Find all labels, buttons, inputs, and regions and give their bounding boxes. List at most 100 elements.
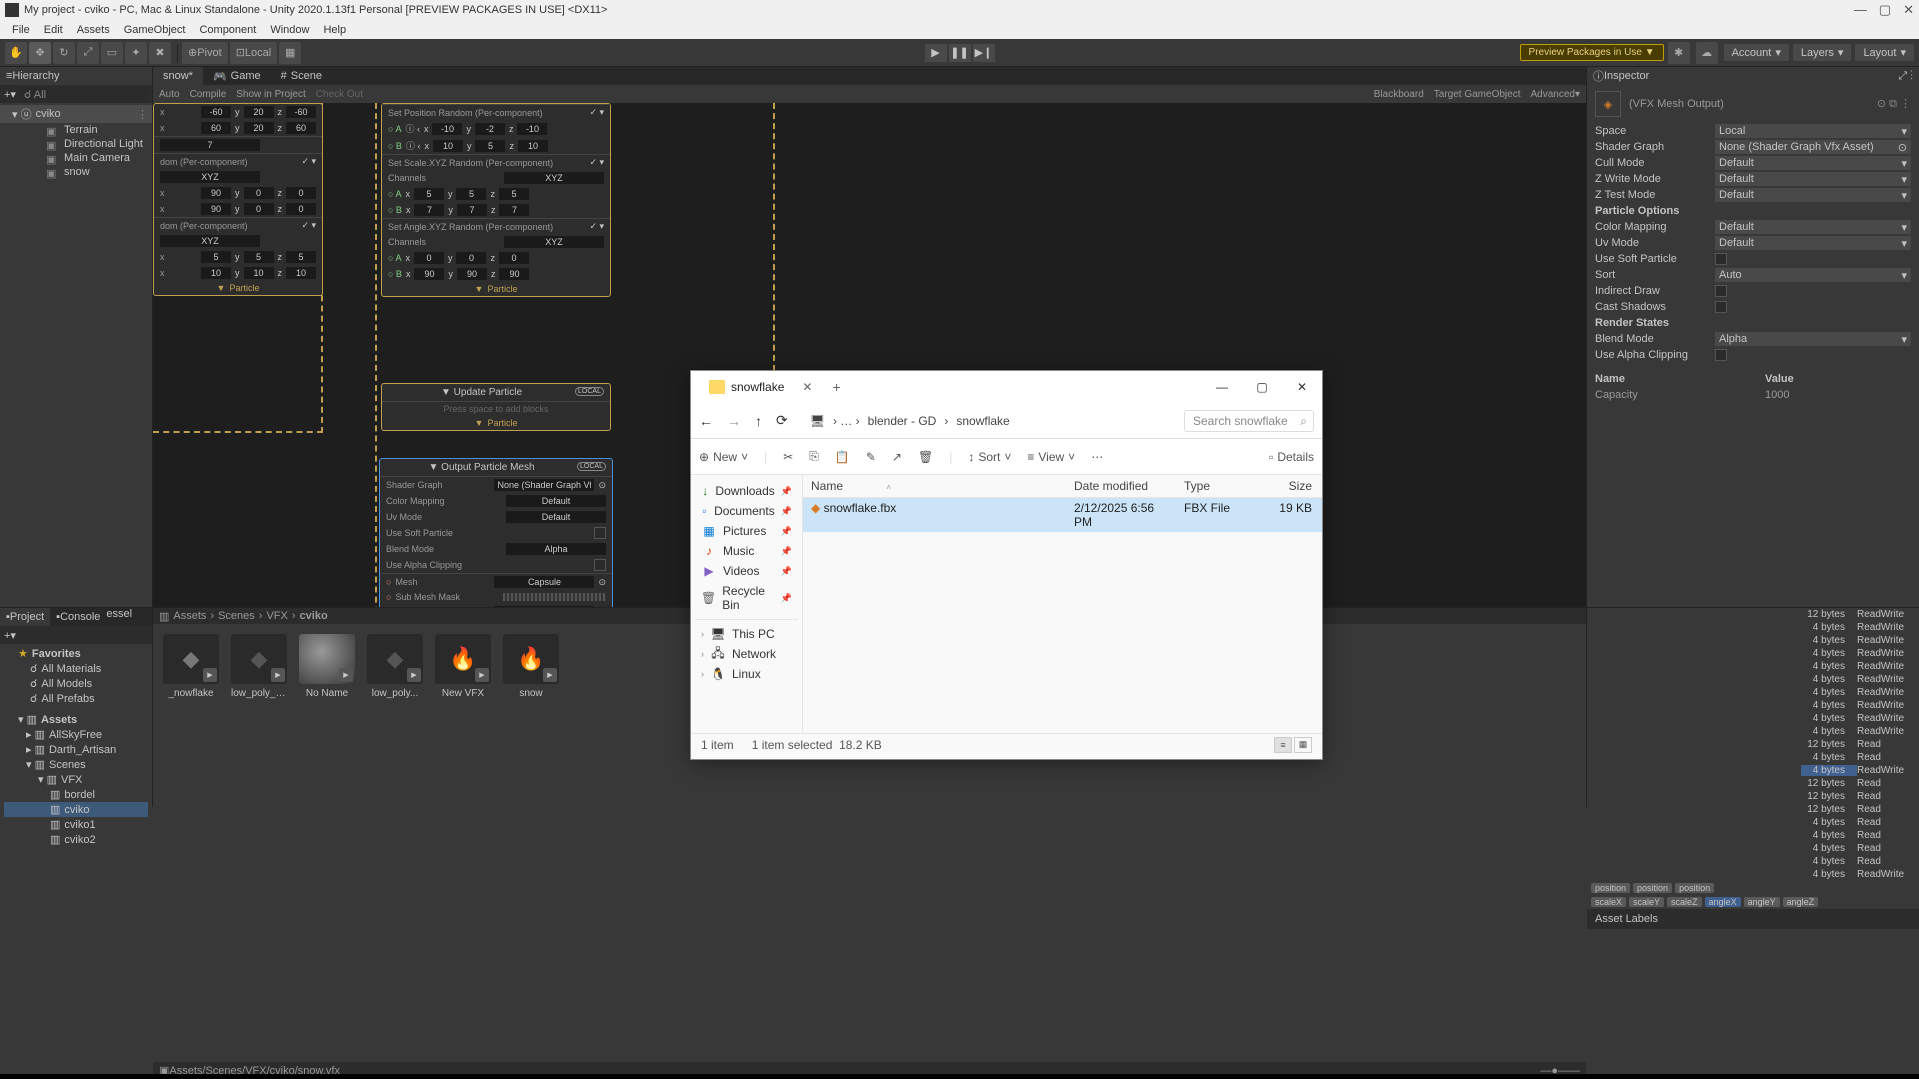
show-in-project-btn[interactable]: Show in Project	[236, 89, 305, 100]
vfx-value[interactable]	[456, 252, 486, 264]
play-icon[interactable]: ▶	[407, 668, 421, 682]
vfx-checkbox[interactable]	[594, 527, 606, 539]
dropdown[interactable]: Auto▾	[1715, 268, 1911, 282]
hand-tool[interactable]: ✋	[5, 42, 27, 64]
vfx-value[interactable]	[457, 268, 487, 280]
vfx-value[interactable]	[244, 106, 274, 118]
vfx-value[interactable]	[160, 139, 260, 151]
cut-button[interactable]: ✂	[783, 450, 793, 464]
dropdown[interactable]: Default▾	[1715, 172, 1911, 186]
up-button[interactable]: ↑	[755, 413, 762, 429]
console-tab[interactable]: ▪ Console	[50, 608, 106, 626]
attribute-tag[interactable]: angleY	[1744, 897, 1780, 907]
attribute-tag[interactable]: position	[1633, 883, 1672, 893]
play-icon[interactable]: ▶	[271, 668, 285, 682]
attribute-tag[interactable]: angleZ	[1783, 897, 1819, 907]
explorer-titlebar[interactable]: snowflake ✕ + — ▢ ✕	[691, 371, 1322, 403]
asset-item[interactable]: 🔥▶New VFX	[435, 634, 491, 699]
minimize-button[interactable]: —	[1854, 2, 1867, 18]
attribute-tag[interactable]: angleX	[1705, 897, 1741, 907]
vfx-value[interactable]	[201, 267, 231, 279]
menu-window[interactable]: Window	[263, 24, 316, 36]
close-button[interactable]: ✕	[1282, 372, 1322, 402]
vfx-field[interactable]	[506, 543, 606, 555]
attribute-tag[interactable]: position	[1675, 883, 1714, 893]
asset-tab[interactable]: snow*	[153, 67, 203, 85]
vfx-value[interactable]	[244, 187, 274, 199]
create-dropdown[interactable]: +▾	[4, 629, 16, 642]
dropdown[interactable]: Alpha▾	[1715, 332, 1911, 346]
transform-tool[interactable]: ✦	[125, 42, 147, 64]
project-tab[interactable]: ▪ Project	[0, 608, 50, 626]
vfx-value[interactable]	[457, 204, 487, 216]
vfx-value[interactable]	[456, 188, 486, 200]
attribute-tag[interactable]: scaleX	[1591, 897, 1626, 907]
address-bar[interactable]: 🖥 › … › blender - GD › snowflake	[802, 411, 1170, 431]
vfx-value[interactable]	[475, 123, 505, 135]
vfx-field[interactable]	[494, 576, 594, 588]
vfx-value[interactable]	[244, 203, 274, 215]
vfx-value[interactable]	[475, 140, 505, 152]
paste-button[interactable]: 📋	[835, 450, 850, 464]
vfx-dropdown[interactable]	[160, 171, 260, 183]
column-size[interactable]: Size	[1266, 479, 1322, 493]
vfx-value[interactable]	[499, 268, 529, 280]
create-dropdown[interactable]: +▾	[4, 88, 16, 101]
vfx-value[interactable]	[286, 122, 316, 134]
vfx-field[interactable]	[494, 479, 594, 491]
local-toggle[interactable]: ⊡ Local	[230, 42, 278, 64]
dropdown[interactable]: Default▾	[1715, 188, 1911, 202]
explorer-tab[interactable]: snowflake ✕	[699, 376, 822, 398]
file-row[interactable]: ◆ snowflake.fbx 2/12/2025 6:56 PM FBX Fi…	[803, 498, 1322, 532]
snap-toggle[interactable]: ▦	[279, 42, 301, 64]
custom-tool[interactable]: ✖	[149, 42, 171, 64]
hierarchy-item[interactable]: ▣Main Camera	[0, 151, 152, 165]
favorite-item[interactable]: ☌ All Prefabs	[4, 691, 148, 706]
menu-edit[interactable]: Edit	[37, 24, 70, 36]
blackboard-btn[interactable]: Blackboard	[1374, 89, 1424, 100]
inspector-tab[interactable]: ⓘ Inspector⤢ ⋮	[1587, 67, 1919, 85]
back-button[interactable]: ←	[699, 413, 713, 429]
dropdown[interactable]: Default▾	[1715, 220, 1911, 234]
hierarchy-search[interactable]: ☌ All	[20, 87, 148, 102]
asset-item[interactable]: ◆▶low_poly_s...	[231, 634, 287, 699]
sidebar-item-network[interactable]: ›🖧Network	[695, 644, 798, 664]
search-input[interactable]: Search snowflake⌕	[1184, 410, 1314, 432]
vfx-field[interactable]	[506, 511, 606, 523]
sidebar-item-linux[interactable]: ›🐧Linux	[695, 664, 798, 684]
file-explorer-window[interactable]: snowflake ✕ + — ▢ ✕ ← → ↑ ⟳ 🖥 › … › blen…	[690, 370, 1323, 760]
play-icon[interactable]: ▶	[339, 668, 353, 682]
asset-item[interactable]: ▶No Name	[299, 634, 355, 699]
checkout-btn[interactable]: Check Out	[316, 89, 363, 100]
column-name[interactable]: Name ˄	[803, 479, 1066, 493]
close-button[interactable]: ✕	[1903, 2, 1914, 18]
sidebar-item-documents[interactable]: ▫Documents📌	[695, 501, 798, 521]
hierarchy-item[interactable]: ▣Terrain	[0, 123, 152, 137]
hierarchy-scene-root[interactable]: ▾ ⓤ cviko ⋮	[0, 105, 152, 123]
vfx-field[interactable]	[494, 606, 594, 607]
vfx-block-update-particle[interactable]: ▼ Update Particle LOCAL	[382, 384, 610, 402]
scene-tab[interactable]: # Scene	[271, 67, 332, 85]
folder-item[interactable]: ▾ ▥ Scenes	[4, 757, 148, 772]
icons-view-button[interactable]: ▦	[1294, 737, 1312, 753]
collab-icon[interactable]: ✱	[1668, 42, 1690, 64]
vfx-value[interactable]	[286, 187, 316, 199]
pivot-toggle[interactable]: ⊕ Pivot	[182, 42, 228, 64]
checkbox[interactable]	[1715, 285, 1727, 297]
hierarchy-item[interactable]: ▣snow	[0, 165, 152, 179]
sidebar-item-pictures[interactable]: ▦Pictures📌	[695, 521, 798, 541]
close-tab-button[interactable]: ✕	[802, 380, 812, 394]
vfx-value[interactable]	[499, 188, 529, 200]
vfx-value[interactable]	[518, 140, 548, 152]
new-button[interactable]: ⊕ New ˅	[699, 450, 748, 464]
vfx-value[interactable]	[286, 106, 316, 118]
favorite-item[interactable]: ☌ All Materials	[4, 661, 148, 676]
vfx-value[interactable]	[499, 204, 529, 216]
sidebar-item-downloads[interactable]: ↓Downloads📌	[695, 481, 798, 501]
menu-gameobject[interactable]: GameObject	[117, 24, 193, 36]
checkbox[interactable]	[1715, 349, 1727, 361]
share-button[interactable]: ↗	[892, 450, 902, 464]
delete-button[interactable]: 🗑	[918, 450, 933, 464]
view-button[interactable]: ≡ View ˅	[1027, 450, 1075, 464]
vfx-value[interactable]	[201, 122, 231, 134]
